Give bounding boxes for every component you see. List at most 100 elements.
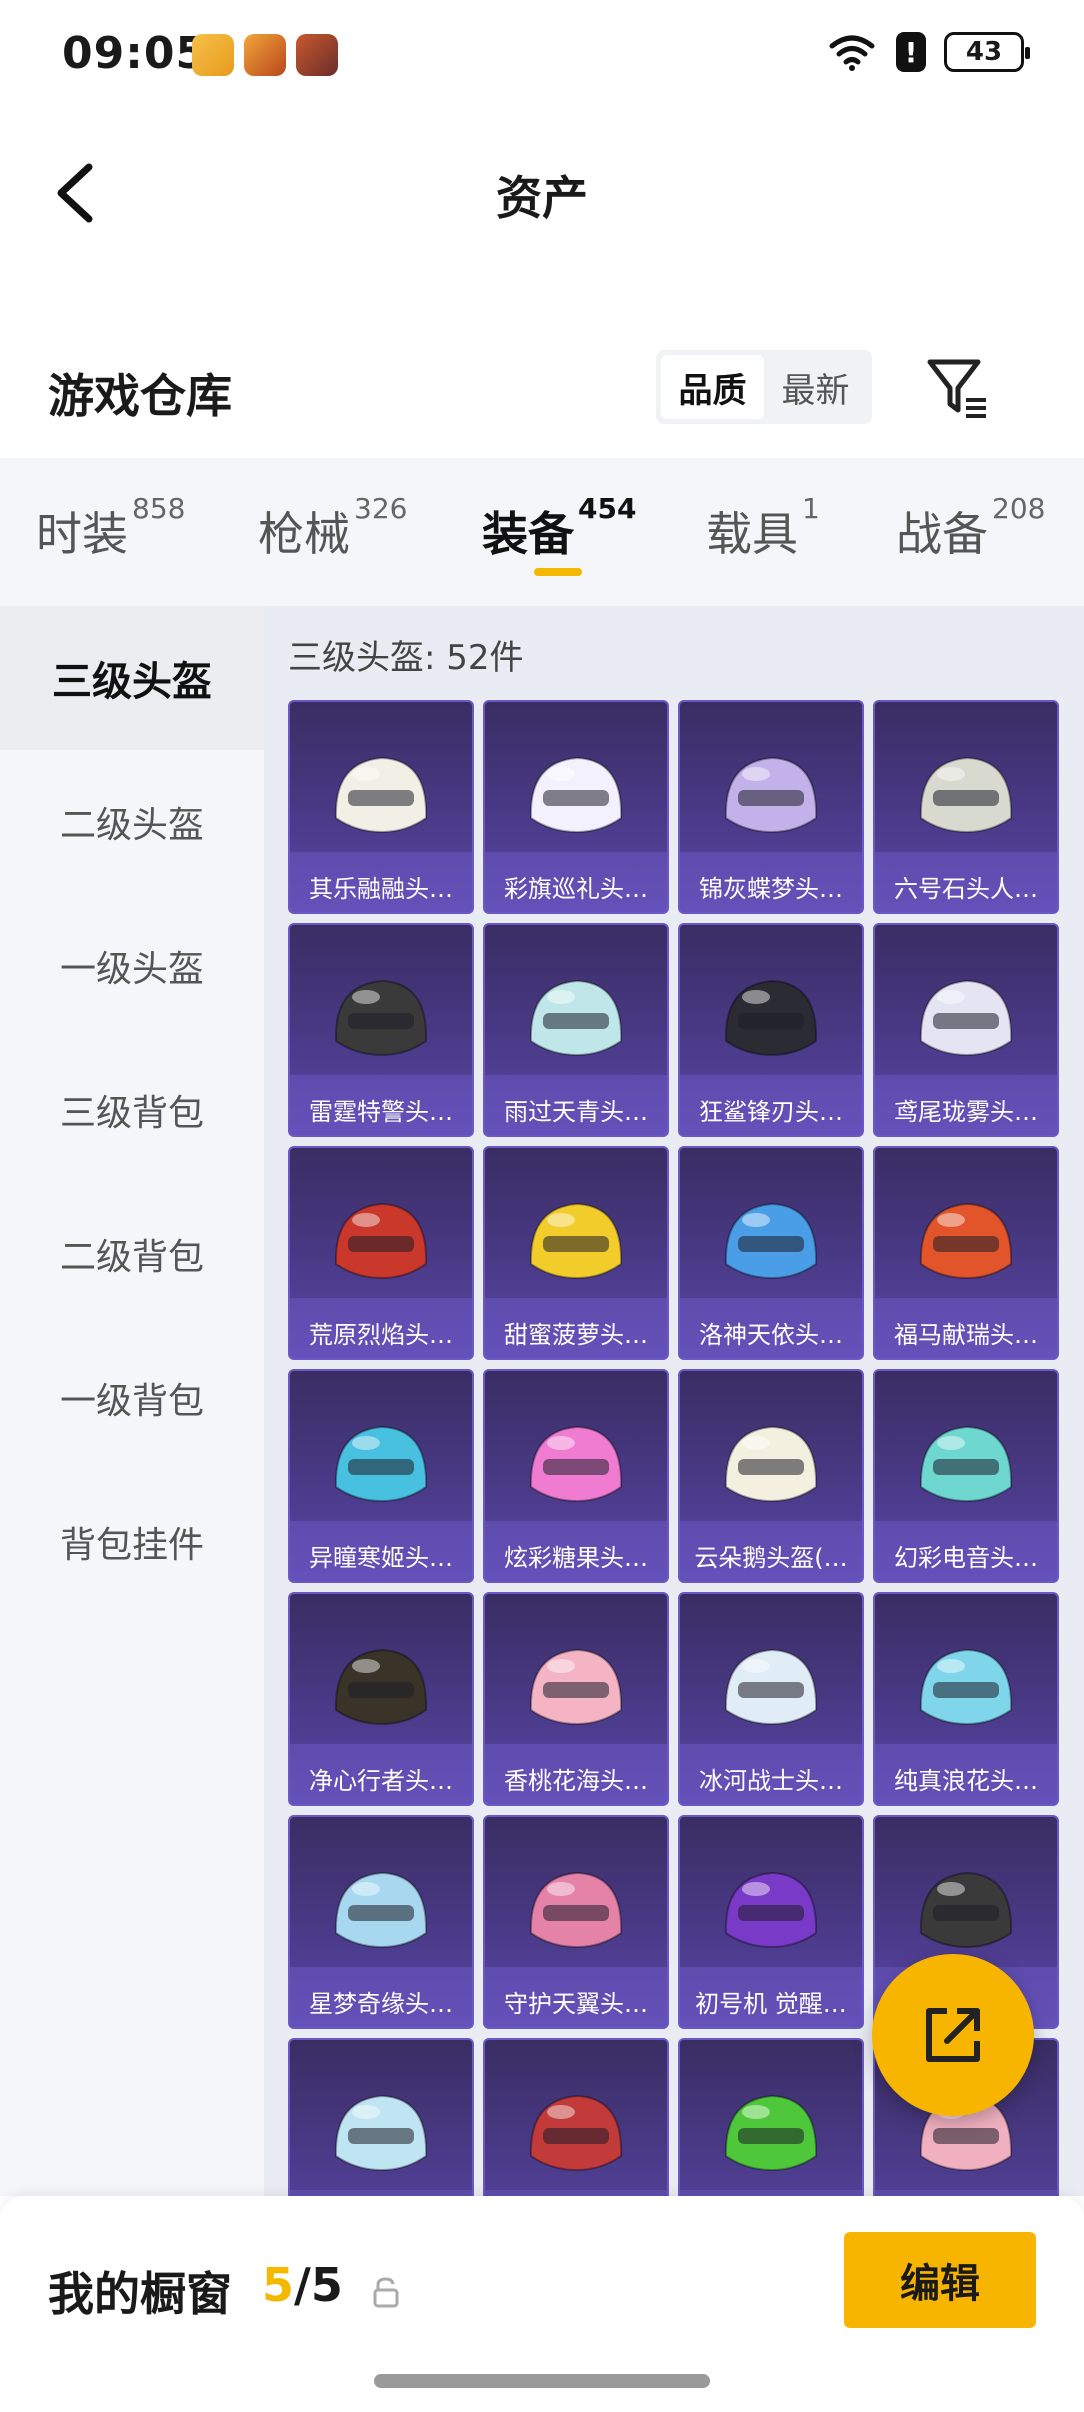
app-notification-icon (192, 34, 234, 76)
helmet-icon (529, 1202, 623, 1280)
tab-label: 战备 (896, 507, 988, 561)
sidebar-item-level3-backpack[interactable]: 三级背包 (0, 1038, 264, 1182)
item-card[interactable]: 狂鲨锋刃头… (678, 923, 864, 1137)
tab-label: 时装 (36, 507, 128, 561)
item-card[interactable]: 其乐融融头… (288, 700, 474, 914)
item-card-label: 星梦奇缘头… (309, 1990, 453, 2018)
item-card[interactable]: 云朵鹅头盔(… (678, 1369, 864, 1583)
helmet-icon (334, 756, 428, 834)
sidebar-item-level1-helmet[interactable]: 一级头盔 (0, 894, 264, 1038)
sidebar-item-level1-backpack[interactable]: 一级背包 (0, 1326, 264, 1470)
sidebar-item-level3-helmet[interactable]: 三级头盔 (0, 606, 264, 750)
item-card-label: 冰河战士头… (699, 1767, 843, 1795)
item-card-label: 其乐融融头… (309, 875, 453, 903)
filter-button[interactable] (922, 352, 992, 422)
helmet-icon (529, 756, 623, 834)
share-button[interactable] (872, 1954, 1034, 2116)
item-card[interactable]: 洛神天依头… (678, 1146, 864, 1360)
edit-button[interactable]: 编辑 (844, 2232, 1036, 2328)
unlock-icon (373, 2277, 399, 2308)
item-card[interactable]: 锦灰蝶梦头… (678, 700, 864, 914)
tab-equipment[interactable]: 装备 454 (482, 492, 636, 564)
grid-caption: 三级头盔: 52件 (288, 638, 524, 678)
tab-count: 1 (802, 492, 820, 525)
item-card[interactable]: 炫彩糖果头… (483, 1369, 669, 1583)
helmet-icon (334, 1871, 428, 1949)
helmet-icon (919, 979, 1013, 1057)
tab-weapons[interactable]: 枪械 326 (258, 492, 407, 564)
item-card[interactable]: 异瞳寒姬头… (288, 1369, 474, 1583)
helmet-icon (529, 1425, 623, 1503)
item-card[interactable]: 冰河战士头… (678, 1592, 864, 1806)
tab-supplies[interactable]: 战备 208 (896, 492, 1045, 564)
helmet-icon (334, 1648, 428, 1726)
game-notification-icon (296, 34, 338, 76)
helmet-icon (919, 1202, 1013, 1280)
item-card[interactable] (678, 2038, 864, 2196)
showcase-label: 我的橱窗 (48, 2267, 232, 2321)
item-card[interactable]: 雨过天青头… (483, 923, 669, 1137)
helmet-icon (724, 1871, 818, 1949)
item-card-label: 甜蜜菠萝头… (504, 1321, 648, 1349)
tab-label: 装备 (482, 507, 574, 561)
sidebar-item-level2-backpack[interactable]: 二级背包 (0, 1182, 264, 1326)
helmet-icon (919, 756, 1013, 834)
item-card[interactable]: 星梦奇缘头… (288, 1815, 474, 2029)
item-card-label: 彩旗巡礼头… (504, 875, 648, 903)
game-notification-icon (244, 34, 286, 76)
item-card[interactable]: 净心行者头… (288, 1592, 474, 1806)
status-time: 09:05 (62, 28, 208, 79)
sidebar-item-backpack-charm[interactable]: 背包挂件 (0, 1470, 264, 1614)
item-card[interactable]: 初号机 觉醒… (678, 1815, 864, 2029)
tab-label: 载具 (706, 507, 798, 561)
item-card[interactable] (288, 2038, 474, 2196)
item-card[interactable]: 彩旗巡礼头… (483, 700, 669, 914)
helmet-icon (919, 1425, 1013, 1503)
item-card[interactable]: 幻彩电音头… (873, 1369, 1059, 1583)
item-card-label: 雨过天青头… (504, 1098, 648, 1126)
share-icon (926, 2008, 980, 2062)
item-card[interactable]: 雷霆特警头… (288, 923, 474, 1137)
status-indicators: ! 43 (826, 32, 1030, 72)
sort-by-newest[interactable]: 最新 (764, 355, 867, 419)
showcase-separator: / (294, 2258, 311, 2312)
nav-bar: 资产 (0, 130, 1084, 260)
item-card-label: 炫彩糖果头… (504, 1544, 648, 1572)
home-indicator[interactable] (374, 2374, 710, 2388)
sort-by-quality[interactable]: 品质 (661, 355, 764, 419)
item-card[interactable]: 甜蜜菠萝头… (483, 1146, 669, 1360)
item-card[interactable]: 荒原烈焰头… (288, 1146, 474, 1360)
tab-vehicles[interactable]: 载具 1 (706, 492, 820, 564)
item-card[interactable]: 福马献瑞头… (873, 1146, 1059, 1360)
item-card[interactable]: 守护天翼头… (483, 1815, 669, 2029)
tab-label: 枪械 (258, 507, 350, 561)
battery-icon: 43 (944, 32, 1030, 72)
sidebar-item-level2-helmet[interactable]: 二级头盔 (0, 750, 264, 894)
tab-count: 326 (354, 492, 408, 525)
warehouse-header: 游戏仓库 品质 最新 (0, 340, 1084, 450)
item-card[interactable]: 鸢尾珑雾头… (873, 923, 1059, 1137)
helmet-icon (529, 979, 623, 1057)
helmet-icon (724, 756, 818, 834)
item-card-label: 洛神天依头… (699, 1321, 843, 1349)
item-card[interactable]: 六号石头人… (873, 700, 1059, 914)
helmet-icon (334, 1425, 428, 1503)
sort-toggle: 品质 最新 (656, 350, 872, 424)
helmet-icon (334, 1202, 428, 1280)
item-card-label: 异瞳寒姬头… (309, 1544, 453, 1572)
item-card[interactable] (483, 2038, 669, 2196)
tab-fashion[interactable]: 时装 858 (36, 492, 185, 564)
item-card-label: 守护天翼头… (504, 1990, 648, 2018)
item-card-label: 鸢尾珑雾头… (894, 1098, 1038, 1126)
helmet-icon (529, 2094, 623, 2172)
tab-count: 858 (132, 492, 186, 525)
item-card[interactable]: 纯真浪花头… (873, 1592, 1059, 1806)
alert-icon: ! (896, 32, 926, 72)
helmet-icon (334, 2094, 428, 2172)
item-card-label: 幻彩电音头… (894, 1544, 1038, 1572)
item-card[interactable]: 香桃花海头… (483, 1592, 669, 1806)
page-title: 资产 (496, 171, 588, 225)
item-card-label: 狂鲨锋刃头… (699, 1098, 843, 1126)
helmet-icon (919, 1648, 1013, 1726)
item-card-label: 荒原烈焰头… (309, 1321, 453, 1349)
